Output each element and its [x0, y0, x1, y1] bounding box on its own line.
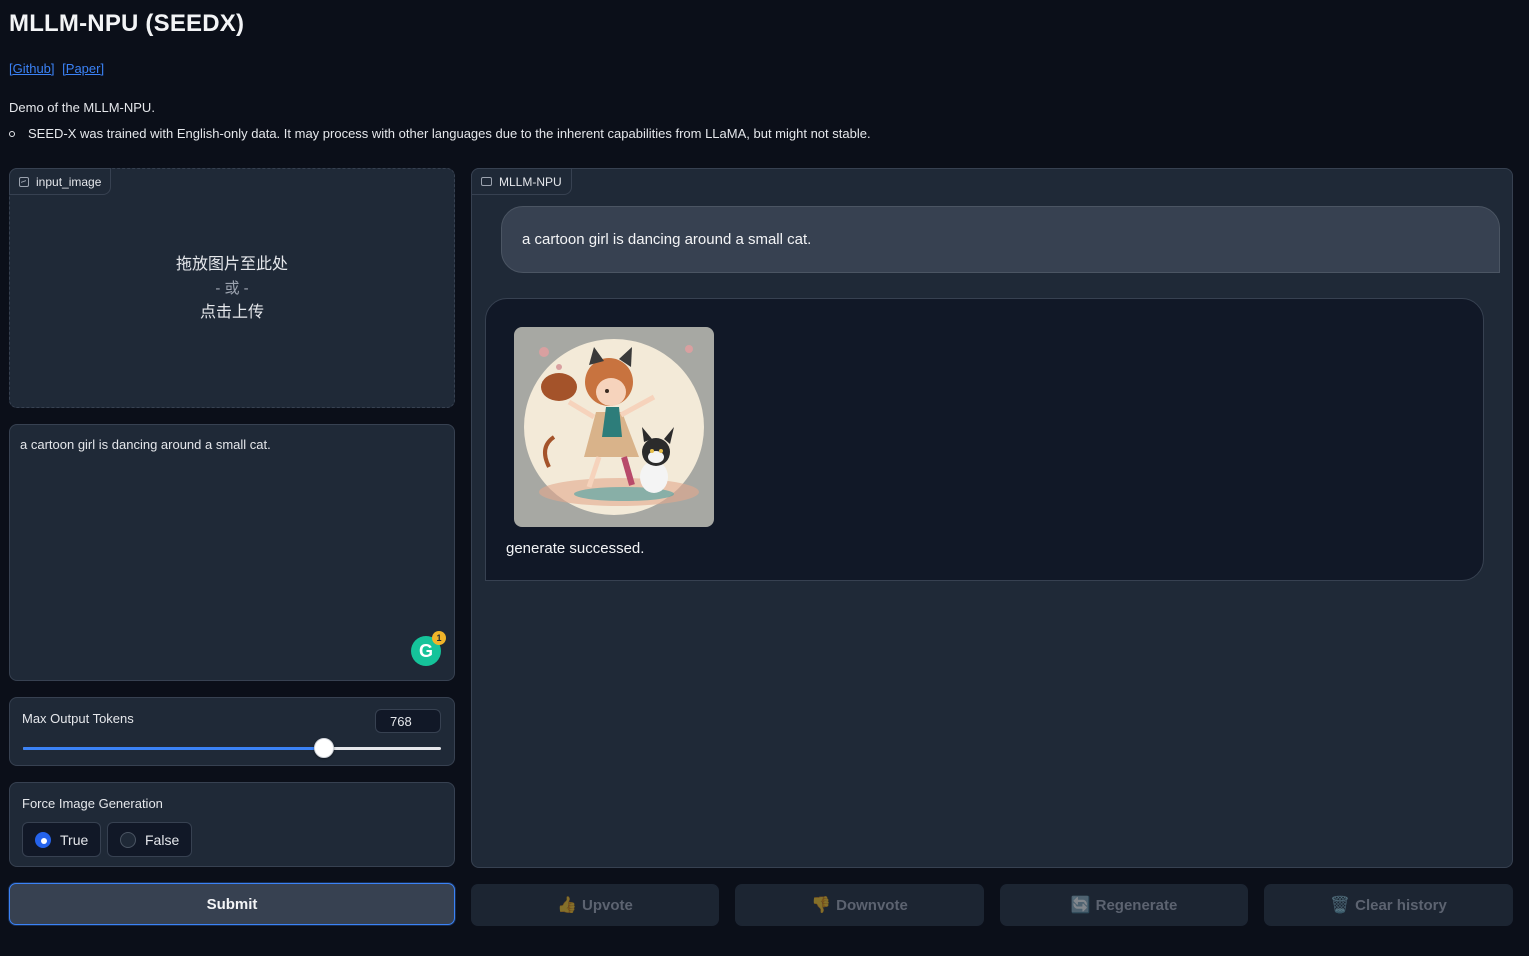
force-image-panel: Force Image Generation True False — [9, 782, 455, 867]
thumbs-up-icon: 👍 — [557, 897, 578, 914]
generated-image[interactable] — [514, 327, 714, 527]
upload-instructions: 拖放图片至此处 - 或 - 点击上传 — [10, 253, 454, 325]
chatbot-label: MLLM-NPU — [471, 168, 572, 195]
max-tokens-panel: Max Output Tokens 768 — [9, 697, 455, 766]
trash-icon: 🗑️ — [1330, 897, 1351, 914]
clear-history-label: Clear history — [1355, 896, 1447, 914]
radio-false-label: False — [145, 831, 180, 848]
app-root: MLLM-NPU (SEEDX) [Github] [Paper] Demo o… — [0, 0, 1529, 956]
radio-false[interactable]: False — [107, 822, 193, 857]
chatbot-panel: MLLM-NPU a cartoon girl is dancing aroun… — [471, 168, 1513, 868]
slider-thumb[interactable] — [313, 738, 334, 758]
upvote-label: Upvote — [582, 896, 633, 914]
slider-fill — [23, 747, 324, 750]
paper-link[interactable]: [Paper] — [62, 61, 104, 76]
image-icon — [19, 176, 29, 187]
header-links: [Github] [Paper] — [9, 61, 108, 76]
description-text: Demo of the MLLM-NPU. — [9, 100, 155, 115]
radio-true[interactable]: True — [22, 822, 102, 857]
clear-history-button[interactable]: 🗑️ Clear history — [1264, 884, 1513, 926]
force-image-label: Force Image Generation — [22, 796, 163, 811]
prompt-box: G 1 — [9, 424, 455, 681]
click-upload-text: 点击上传 — [199, 304, 264, 321]
chatbot-label-text: MLLM-NPU — [499, 174, 562, 189]
downvote-button[interactable]: 👎 Downvote — [735, 884, 984, 926]
upvote-button[interactable]: 👍 Upvote — [471, 884, 719, 926]
user-message: a cartoon girl is dancing around a small… — [501, 206, 1500, 273]
refresh-icon: 🔄 — [1070, 897, 1091, 914]
max-tokens-input[interactable]: 768 — [375, 709, 441, 733]
image-upload-dropzone[interactable]: input_image 拖放图片至此处 - 或 - 点击上传 — [9, 168, 455, 408]
thumbs-down-icon: 👎 — [811, 897, 832, 914]
radio-selected-icon — [35, 831, 51, 848]
max-tokens-slider[interactable] — [23, 747, 441, 750]
radio-unselected-icon — [120, 831, 136, 848]
note-text: SEED-X was trained with English-only dat… — [28, 126, 871, 141]
upload-label-text: input_image — [36, 174, 102, 189]
max-tokens-label: Max Output Tokens — [22, 711, 134, 726]
downvote-label: Downvote — [836, 896, 908, 914]
chat-icon — [481, 177, 492, 186]
note-bullet: SEED-X was trained with English-only dat… — [9, 126, 871, 141]
bullet-icon — [9, 130, 15, 137]
prompt-input[interactable] — [10, 425, 454, 680]
drop-text: 拖放图片至此处 — [175, 256, 288, 273]
radio-true-label: True — [60, 831, 89, 848]
grammarly-badge: 1 — [432, 631, 446, 645]
bot-message: generate successed. — [485, 298, 1484, 581]
grammarly-icon[interactable]: G 1 — [411, 631, 446, 666]
or-text: - 或 - — [215, 280, 249, 297]
bot-message-text: generate successed. — [506, 540, 645, 557]
github-link[interactable]: [Github] — [9, 61, 55, 76]
upload-label: input_image — [9, 168, 112, 195]
page-title: MLLM-NPU (SEEDX) — [9, 10, 245, 37]
submit-button[interactable]: Submit — [9, 883, 455, 925]
regenerate-label: Regenerate — [1095, 896, 1178, 914]
regenerate-button[interactable]: 🔄 Regenerate — [1000, 884, 1248, 926]
